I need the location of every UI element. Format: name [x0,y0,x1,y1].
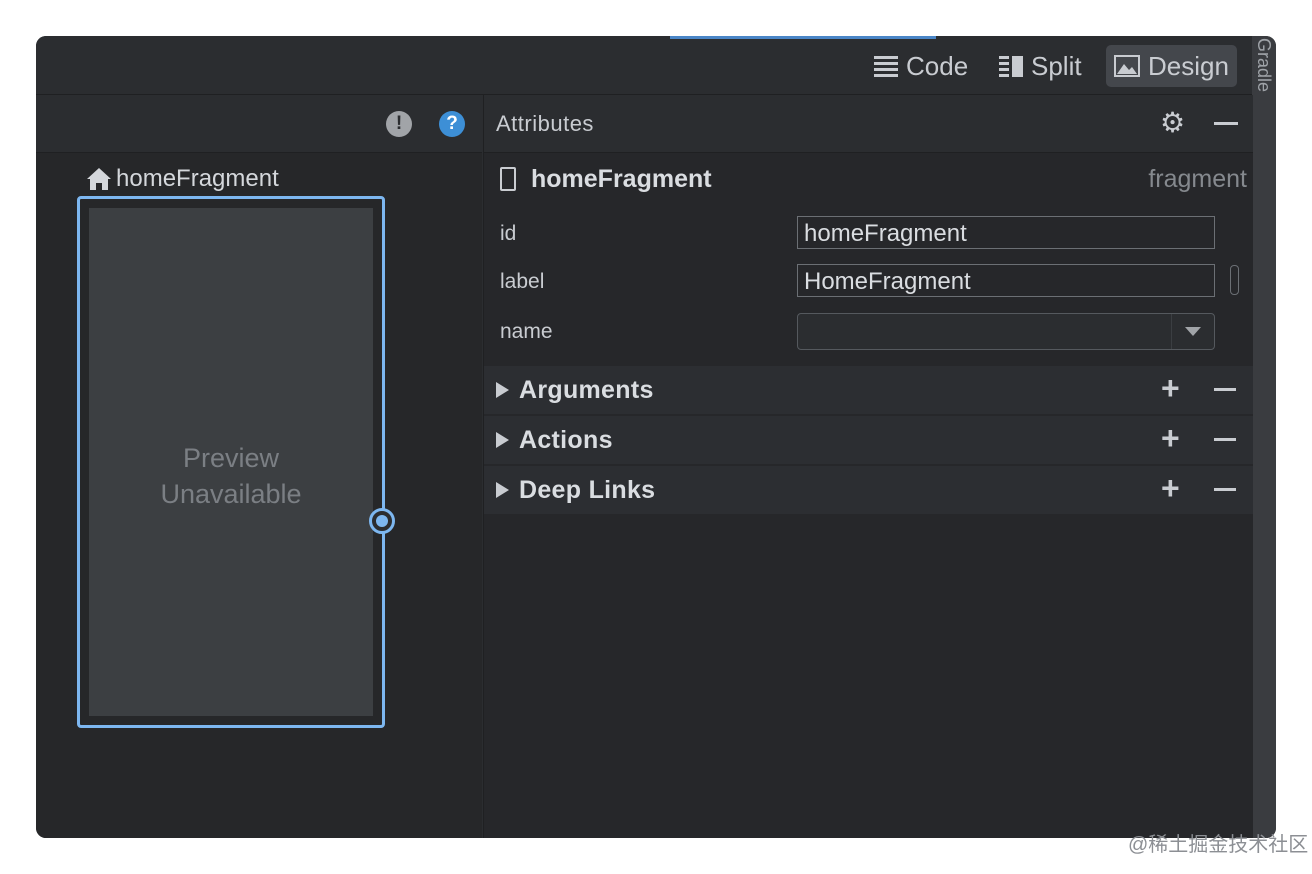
gradle-tab-label: Gradle [1254,38,1274,93]
navigation-canvas[interactable]: ! ? homeFragment Preview Unavailable [36,95,482,838]
code-mode-label: Code [906,50,969,81]
destination-preview: Preview Unavailable [89,208,373,716]
actions-section[interactable]: Actions + [484,416,1253,466]
add-deep-link-icon[interactable]: + [1161,472,1180,504]
expand-triangle-icon[interactable] [496,482,509,498]
deep-links-section[interactable]: Deep Links + [484,466,1253,516]
image-icon [1114,55,1140,77]
design-mode-label: Design [1148,50,1229,81]
name-dropdown[interactable] [797,313,1215,350]
resource-picker-knob[interactable] [1230,265,1239,295]
help-icon[interactable]: ? [439,111,465,137]
gradle-side-tab[interactable]: Gradle [1252,36,1276,838]
remove-argument-icon[interactable] [1214,388,1236,391]
label-field[interactable]: HomeFragment [797,264,1215,297]
attributes-header: Attributes ⚙ [484,95,1253,153]
component-summary: homeFragment fragment [484,153,1253,205]
lines-icon [874,56,898,77]
attributes-title: Attributes [496,111,594,136]
home-icon [87,168,111,190]
id-label: id [500,222,517,245]
minimize-icon[interactable] [1214,122,1238,125]
component-name: homeFragment [531,165,712,193]
code-mode-button[interactable]: Code [866,45,976,87]
remove-action-icon[interactable] [1214,438,1236,441]
editor-toolbar: Code Split Design [36,36,1252,95]
editor-window: Code Split Design Gradle ! ? homeFragmen… [36,36,1276,838]
design-mode-button[interactable]: Design [1106,45,1237,87]
split-mode-label: Split [1031,50,1082,81]
destination-card[interactable]: Preview Unavailable [77,196,385,728]
canvas-header: ! ? [36,95,482,153]
arguments-section[interactable]: Arguments + [484,366,1253,416]
destination-label: homeFragment [86,165,279,193]
attributes-panel: Attributes ⚙ homeFragment fragment id ho… [483,95,1253,838]
destination-name: homeFragment [116,165,279,192]
phone-icon [500,167,516,191]
preview-line-2: Unavailable [160,479,302,509]
split-mode-button[interactable]: Split [991,45,1090,87]
expand-triangle-icon[interactable] [496,382,509,398]
preview-line-1: Preview [182,443,280,473]
warning-icon[interactable]: ! [386,111,412,137]
add-argument-icon[interactable]: + [1161,372,1180,404]
label-label: label [500,270,545,293]
expand-triangle-icon[interactable] [496,432,509,448]
add-action-icon[interactable]: + [1161,422,1180,454]
id-field[interactable]: homeFragment [797,216,1215,249]
actions-section-label: Actions [519,426,613,454]
gear-icon[interactable]: ⚙ [1160,109,1185,137]
action-connection-handle[interactable] [369,508,395,534]
chevron-down-icon[interactable] [1171,314,1214,349]
deep-links-section-label: Deep Links [519,476,656,504]
active-tab-indicator [670,36,936,39]
preview-unavailable-text: Preview Unavailable [89,440,373,512]
component-type: fragment [1148,165,1247,193]
split-icon [999,56,1023,77]
arguments-section-label: Arguments [519,376,654,404]
remove-deep-link-icon[interactable] [1214,488,1236,491]
name-label: name [500,320,553,343]
watermark: @稀土掘金技术社区 [1128,834,1309,856]
